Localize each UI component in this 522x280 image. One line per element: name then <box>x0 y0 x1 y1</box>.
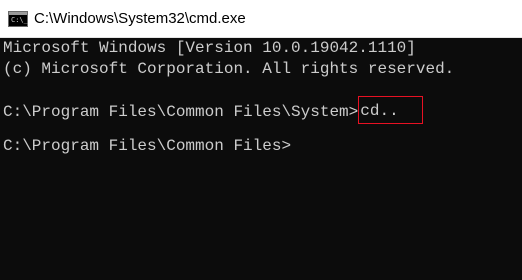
console-line-copyright: (c) Microsoft Corporation. All rights re… <box>3 60 455 78</box>
command-prompt-path: C:\Program Files\Common Files\System> <box>3 103 359 122</box>
title-bar[interactable]: C:\_ C:\Windows\System32\cmd.exe <box>0 0 522 38</box>
command-prompt-icon-glyph: C:\_ <box>11 15 28 24</box>
command-prompt-icon: C:\_ <box>8 10 28 27</box>
console-command-line: C:\Program Files\Common Files\System> cd.… <box>3 96 519 124</box>
console-result-prompt: C:\Program Files\Common Files> <box>3 137 292 155</box>
console-line-version: Microsoft Windows [Version 10.0.19042.11… <box>3 39 416 57</box>
command-input-highlight[interactable]: cd.. <box>358 96 424 124</box>
command-input-text: cd.. <box>360 102 399 120</box>
window-title: C:\Windows\System32\cmd.exe <box>34 10 246 27</box>
console-output[interactable]: Microsoft Windows [Version 10.0.19042.11… <box>0 38 522 280</box>
cmd-window: C:\_ C:\Windows\System32\cmd.exe Microso… <box>0 0 522 280</box>
